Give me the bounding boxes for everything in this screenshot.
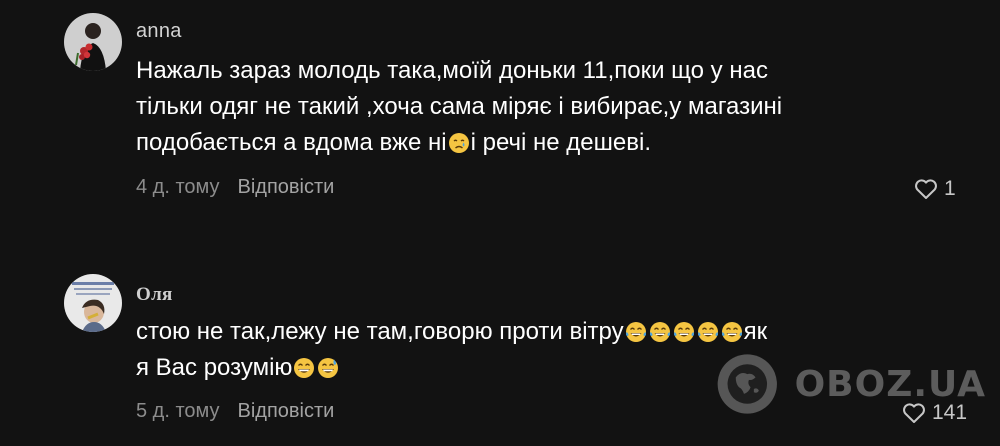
grinning-face-emoji-icon bbox=[294, 358, 315, 378]
like-button[interactable]: 1 bbox=[914, 177, 956, 201]
comment-text-line: тільки одяг не такий ,хоча сама міряє і … bbox=[136, 93, 783, 120]
comment-item: anna Нажаль зараз молодь така,моїй доньк… bbox=[0, 0, 1000, 230]
avatar[interactable] bbox=[64, 274, 122, 332]
grinning-sweat-emoji-icon bbox=[318, 358, 339, 378]
reply-button[interactable]: Відповісти bbox=[238, 176, 335, 198]
comment-meta: 4 д. тому Відповісти bbox=[136, 176, 334, 199]
avatar[interactable] bbox=[64, 13, 122, 71]
reply-button[interactable]: Відповісти bbox=[238, 400, 335, 422]
comment-author[interactable]: anna bbox=[136, 20, 182, 43]
comment-text-segment: як bbox=[743, 318, 768, 345]
heart-outline-icon bbox=[915, 179, 937, 199]
tears-of-joy-emoji-icon bbox=[625, 322, 646, 342]
tears-of-joy-emoji-icon bbox=[721, 322, 742, 342]
comment-time: 5 д. тому bbox=[136, 400, 220, 422]
comment-text: Нажаль зараз молодь така,моїй доньки 11,… bbox=[136, 53, 896, 161]
watermark-text: OBOZ.UA bbox=[794, 363, 986, 405]
comment-meta: 5 д. тому Відповісти bbox=[136, 400, 334, 423]
comment-text-segment: і речі не дешеві. bbox=[470, 129, 651, 156]
comment-time: 4 д. тому bbox=[136, 176, 220, 198]
crying-face-emoji-icon bbox=[448, 133, 469, 153]
comment-text-segment: стою не так,лежу не там,говорю проти віт… bbox=[136, 318, 624, 345]
like-count: 1 bbox=[944, 177, 956, 200]
tears-of-joy-emoji-icon bbox=[649, 322, 670, 342]
tears-of-joy-emoji-icon bbox=[673, 322, 694, 342]
comment-author[interactable]: Оля bbox=[136, 284, 173, 306]
comment-text-line: Нажаль зараз молодь така,моїй доньки 11,… bbox=[136, 57, 768, 84]
comment-text-segment: подобається а вдома вже ні bbox=[136, 129, 447, 156]
comment-text-segment: я Вас розумію bbox=[136, 354, 293, 381]
tears-of-joy-emoji-icon bbox=[697, 322, 718, 342]
comment-text-line: подобається а вдома вже ні і речі не деш… bbox=[136, 125, 896, 161]
globe-logo-icon bbox=[717, 354, 777, 414]
watermark: OBOZ.UA bbox=[716, 344, 986, 424]
